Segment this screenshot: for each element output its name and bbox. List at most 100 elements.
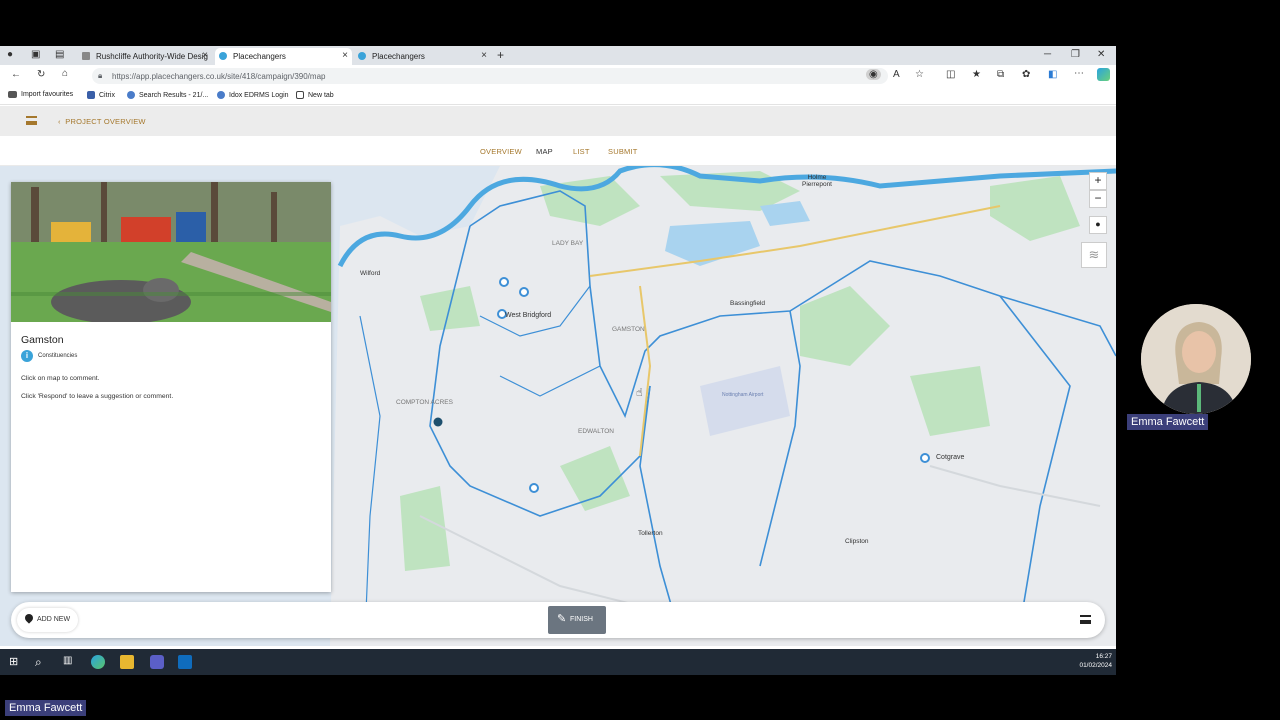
comment-marker bbox=[519, 287, 529, 297]
bookmark-label: Import favourites bbox=[21, 91, 74, 98]
category-label: Constituencies bbox=[38, 353, 78, 359]
map-label-gamston: GAMSTON bbox=[612, 326, 645, 333]
new-tab-button[interactable]: + bbox=[497, 48, 504, 62]
read-aloud-icon[interactable]: A bbox=[893, 69, 900, 80]
presenter-name-tag: Emma Fawcett bbox=[5, 700, 87, 716]
close-tab-icon[interactable]: × bbox=[202, 50, 208, 61]
map-label-clipston: Clipston bbox=[845, 538, 869, 545]
finish-button[interactable]: ✎ FINISH bbox=[548, 606, 606, 634]
map-label-wilford: Wilford bbox=[360, 270, 381, 277]
edge-browser-icon[interactable] bbox=[91, 655, 105, 669]
windows-start-icon[interactable]: ⊞ bbox=[9, 655, 23, 669]
tracking-prevention-icon[interactable]: ◉ bbox=[866, 69, 881, 80]
citrix-icon bbox=[87, 91, 95, 99]
finish-label: FINISH bbox=[570, 616, 593, 623]
desktop-screen: ● ▣ ▤ Rushcliffe Authority-Wide Desig × … bbox=[0, 46, 1116, 675]
bookmark-citrix[interactable]: Citrix bbox=[87, 91, 115, 99]
extensions-icon[interactable]: ✿ bbox=[1022, 69, 1030, 80]
document-favicon-icon bbox=[82, 52, 90, 60]
minimize-icon[interactable]: ─ bbox=[1044, 49, 1051, 60]
tab-submit[interactable]: SUBMIT bbox=[608, 147, 638, 156]
lock-icon: 🔒︎ bbox=[98, 71, 103, 80]
new-tab-page-icon bbox=[296, 91, 304, 99]
map-label-compton-acres: COMPTON ACRES bbox=[396, 399, 453, 406]
tab-list[interactable]: LIST bbox=[573, 147, 590, 156]
tab-map[interactable]: MAP bbox=[536, 147, 553, 156]
collections-icon[interactable]: ⧉ bbox=[997, 69, 1004, 80]
home-icon[interactable]: ⌂ bbox=[62, 68, 68, 79]
browser-tab-placechangers-active[interactable]: Placechangers × bbox=[215, 48, 352, 65]
hamburger-menu-icon[interactable] bbox=[26, 116, 37, 125]
bookmark-search-results[interactable]: Search Results - 21/... bbox=[127, 91, 208, 99]
tab-label: Placechangers bbox=[372, 52, 425, 61]
browser-tab-placechangers[interactable]: Placechangers × bbox=[354, 48, 491, 65]
task-view-icon[interactable]: ▥ bbox=[63, 655, 77, 669]
tab-overview[interactable]: OVERVIEW bbox=[480, 147, 522, 156]
back-arrow-icon[interactable]: ← bbox=[11, 69, 21, 80]
browser-tab-rushcliffe[interactable]: Rushcliffe Authority-Wide Desig × bbox=[78, 48, 212, 65]
participant-name-tag: Emma Fawcett bbox=[1127, 414, 1209, 430]
refresh-icon[interactable]: ↻ bbox=[37, 69, 45, 80]
close-tab-icon[interactable]: × bbox=[481, 50, 487, 61]
bookmark-new-tab[interactable]: New tab bbox=[296, 91, 334, 99]
zoom-in-button[interactable]: + bbox=[1089, 172, 1107, 190]
globe-icon bbox=[217, 91, 225, 99]
comment-marker bbox=[920, 453, 930, 463]
search-icon[interactable]: ⌕ bbox=[35, 655, 49, 669]
layers-icon[interactable]: ≋ bbox=[1081, 242, 1107, 268]
bookmark-label: Idox EDRMS Login bbox=[229, 91, 289, 99]
participant-video-graphic bbox=[1141, 304, 1251, 414]
file-explorer-icon[interactable] bbox=[120, 655, 134, 669]
close-window-icon[interactable]: ✕ bbox=[1097, 49, 1105, 60]
map-label-cotgrave: Cotgrave bbox=[936, 454, 965, 461]
outlook-icon[interactable] bbox=[178, 655, 192, 669]
map-label-tollerton: Tollerton bbox=[638, 530, 663, 537]
project-overview-link[interactable]: ‹ PROJECT OVERVIEW bbox=[58, 117, 146, 126]
playground-photo-graphic bbox=[11, 182, 331, 322]
map-label-bassingfield: Bassingfield bbox=[730, 300, 766, 307]
category-row: i Constituencies bbox=[21, 350, 77, 362]
map-label-edwalton: EDWALTON bbox=[578, 428, 614, 435]
browser-essentials-icon[interactable]: ◧ bbox=[1048, 69, 1057, 80]
copilot-icon[interactable] bbox=[1097, 68, 1110, 81]
area-info-panel: Gamston i Constituencies Click on map to… bbox=[11, 182, 331, 592]
profile-icon[interactable]: ● bbox=[7, 49, 13, 60]
add-new-button[interactable]: ADD NEW bbox=[17, 608, 79, 632]
area-title: Gamston bbox=[21, 334, 64, 346]
pencil-icon: ✎ bbox=[557, 613, 567, 625]
close-tab-icon[interactable]: × bbox=[342, 50, 348, 61]
bookmark-idox[interactable]: Idox EDRMS Login bbox=[217, 91, 289, 99]
app-nav-tabs: OVERVIEW MAP LIST SUBMIT bbox=[0, 136, 1116, 166]
favorite-star-icon[interactable]: ☆ bbox=[915, 69, 924, 80]
tab-label: Rushcliffe Authority-Wide Desig bbox=[96, 52, 208, 61]
placechangers-favicon-icon bbox=[219, 52, 227, 60]
map-label-nottingham-airport: Nottingham Airport bbox=[722, 392, 764, 398]
teams-icon[interactable] bbox=[150, 655, 164, 669]
tab-actions-icon[interactable]: ▤ bbox=[55, 49, 64, 60]
favorites-icon[interactable]: ★ bbox=[972, 69, 981, 80]
restore-icon[interactable]: ❐ bbox=[1071, 49, 1080, 60]
comment-marker bbox=[499, 277, 509, 287]
locate-pin-icon[interactable]: ● bbox=[1089, 216, 1107, 234]
zoom-out-button[interactable]: − bbox=[1089, 190, 1107, 208]
clock-date: 01/02/2024 bbox=[1079, 662, 1112, 669]
system-clock[interactable]: 16:27 01/02/2024 bbox=[1079, 652, 1112, 670]
bookmark-label: Citrix bbox=[99, 91, 115, 99]
bookmarks-bar: Import favourites Citrix Search Results … bbox=[0, 87, 1116, 105]
back-label: PROJECT OVERVIEW bbox=[65, 117, 146, 126]
split-screen-icon[interactable]: ◫ bbox=[946, 69, 955, 80]
placechangers-favicon-icon bbox=[358, 52, 366, 60]
map-label-lady-bay: LADY BAY bbox=[552, 240, 584, 247]
bookmark-label: New tab bbox=[308, 91, 334, 99]
map-label-west-bridgford: West Bridgford bbox=[505, 312, 552, 319]
url-text: https://app.placechangers.co.uk/site/418… bbox=[112, 72, 326, 81]
participant-video bbox=[1141, 304, 1251, 414]
more-menu-icon[interactable]: ⋯ bbox=[1074, 68, 1084, 79]
app-header: ‹ PROJECT OVERVIEW bbox=[0, 106, 1116, 136]
collections-icon[interactable]: ▣ bbox=[31, 49, 40, 60]
url-field[interactable]: 🔒︎ https://app.placechangers.co.uk/site/… bbox=[92, 68, 888, 84]
menu-icon[interactable] bbox=[1080, 615, 1091, 624]
globe-icon bbox=[127, 91, 135, 99]
bookmark-import-favourites[interactable]: Import favourites bbox=[8, 91, 73, 98]
selected-marker bbox=[433, 417, 443, 427]
